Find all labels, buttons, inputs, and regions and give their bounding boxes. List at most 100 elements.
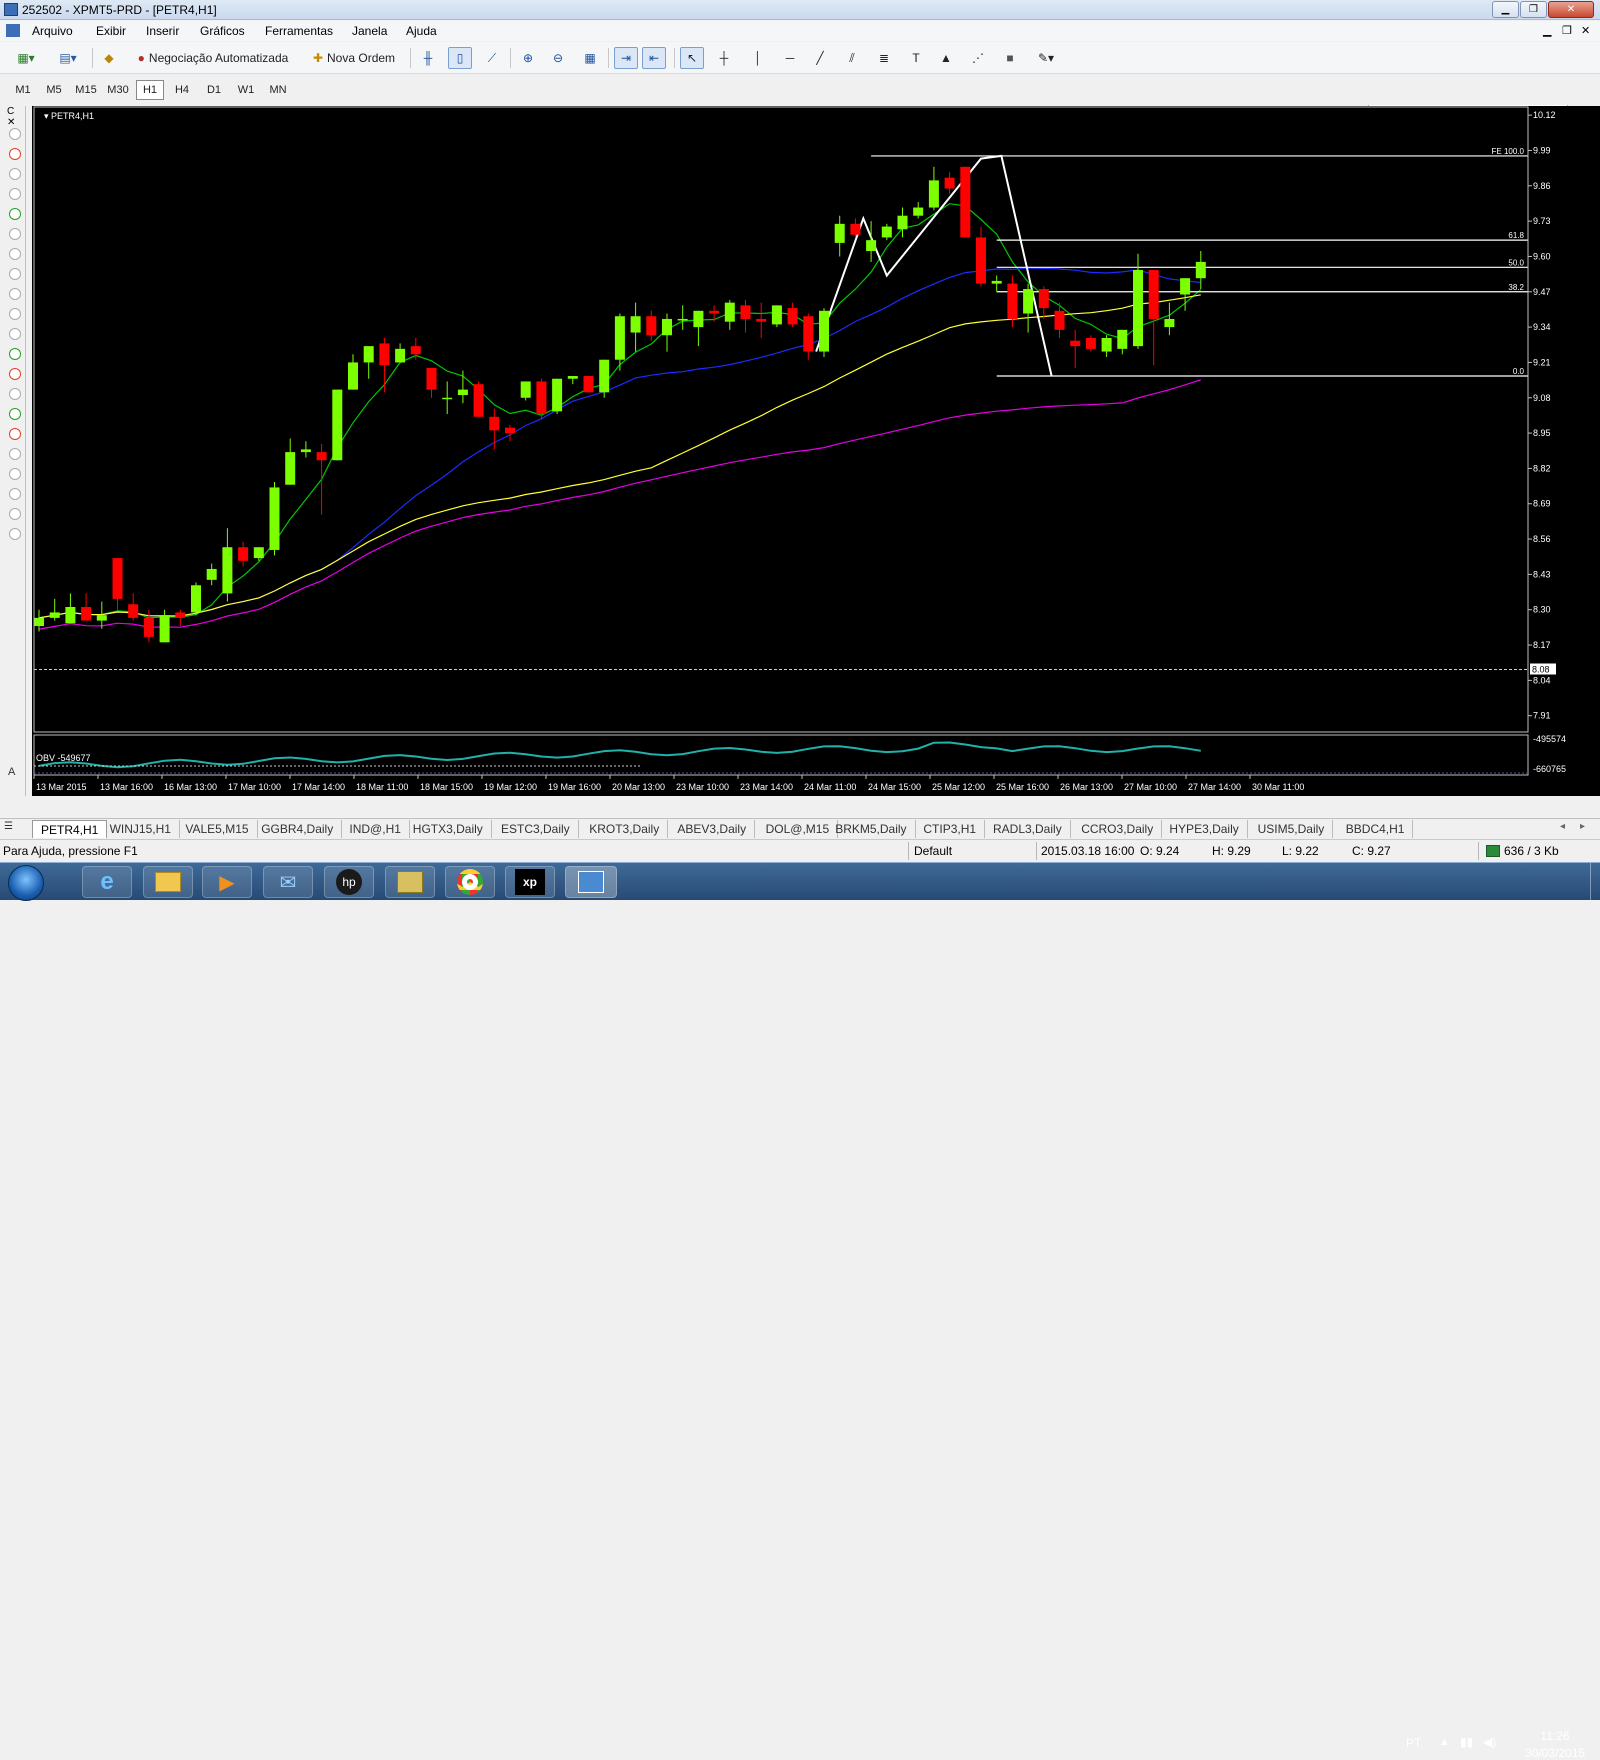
- close-button[interactable]: ✕: [1548, 1, 1594, 18]
- tf-m15[interactable]: M15: [72, 80, 100, 100]
- tf-w1[interactable]: W1: [232, 80, 260, 100]
- candle-body[interactable]: [662, 318, 672, 336]
- tf-h1[interactable]: H1: [136, 80, 164, 100]
- object-icon[interactable]: [9, 388, 21, 400]
- restore-button[interactable]: ❐: [1520, 1, 1547, 18]
- horizontal-line-button[interactable]: ─: [778, 47, 802, 69]
- hp-icon[interactable]: hp: [324, 866, 374, 898]
- menu-ferramentas[interactable]: Ferramentas: [265, 24, 333, 38]
- buy-arrow-icon[interactable]: [9, 408, 21, 420]
- media-player-icon[interactable]: ▶: [202, 866, 252, 898]
- menu-arquivo[interactable]: Arquivo: [32, 24, 73, 38]
- tf-d1[interactable]: D1: [200, 80, 228, 100]
- candle-body[interactable]: [803, 316, 814, 352]
- candle-body[interactable]: [1195, 261, 1206, 279]
- profiles-button[interactable]: ▤▾: [50, 47, 86, 69]
- minimize-button[interactable]: ▁: [1492, 1, 1519, 18]
- crosshair-button[interactable]: ┼: [712, 47, 736, 69]
- chart-tab[interactable]: VALE5,M15: [177, 820, 258, 838]
- candle-body[interactable]: [646, 316, 657, 336]
- menu-janela[interactable]: Janela: [352, 24, 387, 38]
- candle-body[interactable]: [567, 376, 578, 379]
- chart-tab[interactable]: DOL@,M15: [758, 820, 839, 838]
- child-restore-button[interactable]: ❐: [1562, 24, 1572, 37]
- candle-body[interactable]: [285, 452, 296, 485]
- candle-body[interactable]: [426, 367, 437, 390]
- channel-button[interactable]: ⫽: [840, 47, 864, 69]
- candle-body[interactable]: [740, 305, 751, 319]
- chart-tab[interactable]: CTIP3,H1: [915, 820, 986, 838]
- object-icon[interactable]: [9, 448, 21, 460]
- candle-body[interactable]: [1148, 270, 1159, 319]
- candle-body[interactable]: [395, 348, 406, 363]
- chart-tab[interactable]: ABEV3,Daily: [669, 820, 756, 838]
- candle-body[interactable]: [991, 280, 1002, 284]
- auto-trading-button[interactable]: ● Negociação Automatizada: [130, 47, 296, 69]
- candle-body[interactable]: [709, 310, 720, 314]
- candle-body[interactable]: [520, 381, 531, 398]
- candle-body[interactable]: [677, 318, 688, 321]
- candle-body[interactable]: [976, 237, 986, 284]
- sell-arrow-icon[interactable]: [9, 428, 21, 440]
- language-indicator[interactable]: PT: [1406, 1736, 1421, 1750]
- buy-arrow-icon[interactable]: [9, 348, 21, 360]
- autoscroll-button[interactable]: ⇥: [614, 47, 638, 69]
- menu-graficos[interactable]: Gráficos: [200, 24, 245, 38]
- start-button[interactable]: [8, 865, 44, 901]
- new-order-button[interactable]: ✚ Nova Ordem: [306, 47, 402, 69]
- candle-body[interactable]: [348, 362, 358, 390]
- candle-body[interactable]: [771, 305, 782, 325]
- candle-body[interactable]: [897, 215, 908, 230]
- connection-icon[interactable]: [1486, 845, 1500, 857]
- tf-m5[interactable]: M5: [40, 80, 68, 100]
- candlestick-button[interactable]: ▯: [448, 47, 472, 69]
- fan-button[interactable]: ⋰: [966, 47, 990, 69]
- candle-body[interactable]: [583, 376, 594, 393]
- candle-body[interactable]: [913, 207, 924, 216]
- candle-body[interactable]: [881, 226, 892, 238]
- candle-body[interactable]: [379, 343, 390, 366]
- bar-chart-button[interactable]: ╫: [416, 47, 440, 69]
- xp-icon[interactable]: xp: [505, 866, 555, 898]
- sell-arrow-icon[interactable]: [9, 148, 21, 160]
- child-minimize-button[interactable]: ▁: [1543, 24, 1551, 37]
- trendline-button[interactable]: ╱: [808, 47, 832, 69]
- candle-body[interactable]: [1180, 278, 1191, 295]
- object-icon[interactable]: [9, 328, 21, 340]
- candle-body[interactable]: [1007, 283, 1018, 319]
- chart-window[interactable]: FE 100.0 61.8 50.0 38.2 0.0 10.12 9.99 9.86 9.7…: [32, 106, 1600, 796]
- chart-tab[interactable]: PETR4,H1: [32, 820, 108, 838]
- candle-body[interactable]: [191, 585, 201, 613]
- vertical-line-button[interactable]: │: [746, 47, 770, 69]
- volume-icon[interactable]: ◀): [1483, 1735, 1496, 1749]
- line-chart-button[interactable]: ⟋: [480, 47, 504, 69]
- panel-close-icon[interactable]: C ✕: [7, 106, 25, 128]
- candle-body[interactable]: [1054, 310, 1065, 330]
- candle-body[interactable]: [834, 223, 845, 243]
- object-icon[interactable]: [9, 168, 21, 180]
- outlook-icon[interactable]: ✉: [263, 866, 313, 898]
- object-icon[interactable]: [9, 288, 21, 300]
- label-button[interactable]: ▲: [934, 47, 958, 69]
- tabs-menu-icon[interactable]: ☰: [4, 821, 13, 832]
- candle-body[interactable]: [128, 604, 139, 618]
- text-button[interactable]: T: [904, 47, 928, 69]
- tray-arrow-icon[interactable]: ▲: [1439, 1736, 1450, 1748]
- candle-body[interactable]: [693, 310, 704, 328]
- candle-body[interactable]: [1117, 329, 1128, 349]
- candle-body[interactable]: [756, 318, 767, 322]
- price-chart[interactable]: FE 100.0 61.8 50.0 38.2 0.0 10.12 9.99 9.86 9.7…: [32, 106, 1600, 796]
- chart-tab[interactable]: CCRO3,Daily: [1073, 820, 1163, 838]
- candle-body[interactable]: [206, 568, 217, 580]
- candle-body[interactable]: [363, 346, 374, 363]
- candle-body[interactable]: [1101, 337, 1112, 352]
- zoom-in-button[interactable]: ⊕: [516, 47, 540, 69]
- new-chart-button[interactable]: ▦▾: [8, 47, 44, 69]
- object-icon[interactable]: [9, 488, 21, 500]
- chart-tab[interactable]: HGTX3,Daily: [405, 820, 492, 838]
- panel-font-icon[interactable]: A: [8, 766, 15, 778]
- candle-body[interactable]: [1085, 337, 1096, 349]
- tf-m30[interactable]: M30: [104, 80, 132, 100]
- object-icon[interactable]: [9, 228, 21, 240]
- ie-icon[interactable]: e: [82, 866, 132, 898]
